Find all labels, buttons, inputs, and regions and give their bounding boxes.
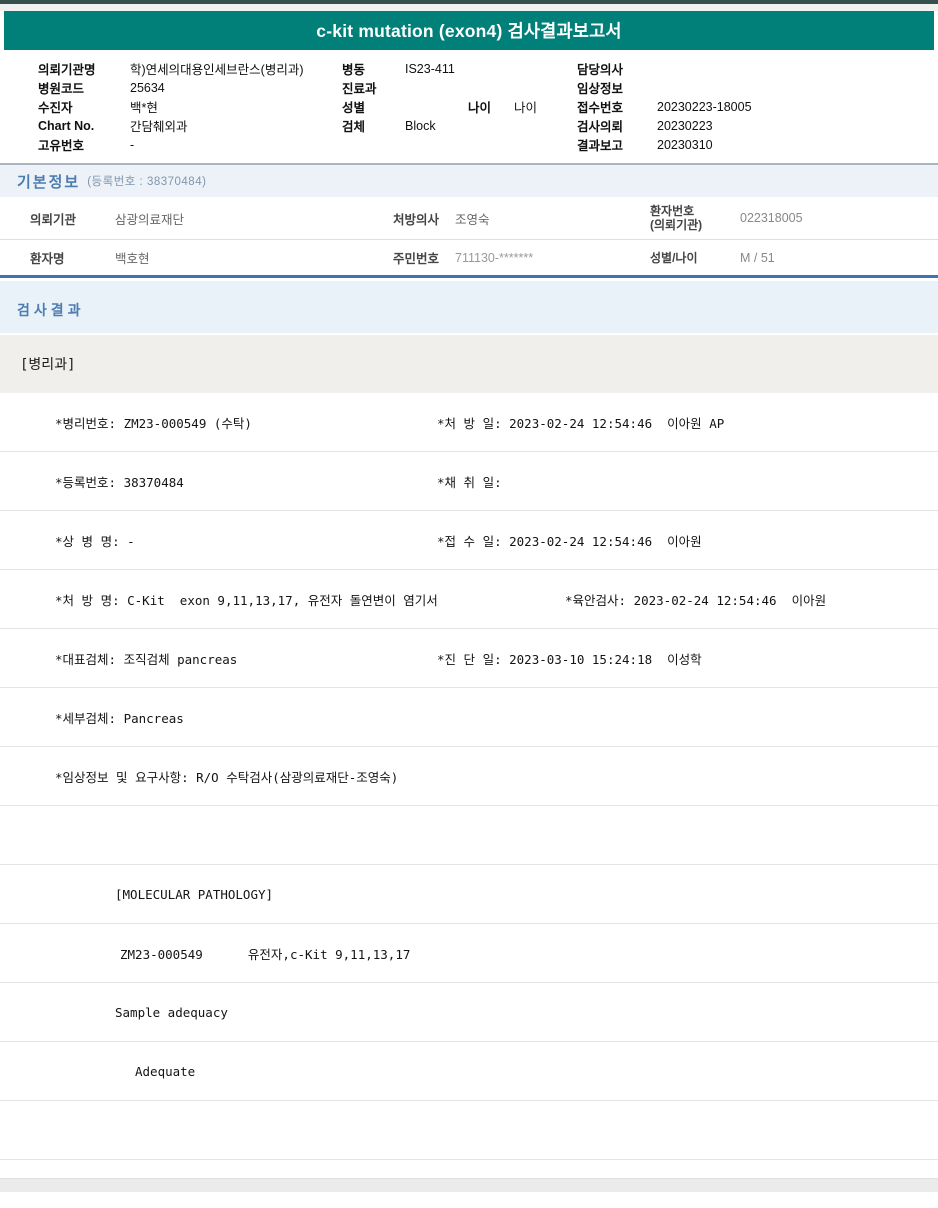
result-row	[0, 806, 938, 865]
result-row: *병리번호: ZM23-000549 (수탁) *처 방 일: 2023-02-…	[0, 393, 938, 452]
result-row: *상 병 명: - *접 수 일: 2023-02-24 12:54:46 이아…	[0, 511, 938, 570]
field-label: Chart No.	[38, 119, 130, 133]
footer-bar	[0, 1178, 938, 1192]
field-label: 수진자	[38, 97, 130, 116]
field-value: IS23-411	[405, 62, 468, 76]
field-label: 고유번호	[38, 135, 130, 154]
result-row: *임상정보 및 요구사항: R/O 수탁검사(삼광의료재단-조영숙)	[0, 747, 938, 806]
result-left: ZM23-000549 유전자,c-Kit 9,11,13,17	[120, 944, 410, 963]
result-rows: *병리번호: ZM23-000549 (수탁) *처 방 일: 2023-02-…	[0, 393, 938, 1178]
section-test-results: 검사결과	[0, 281, 938, 333]
result-left: *등록번호: 38370484	[55, 472, 184, 491]
report-title: c-kit mutation (exon4) 검사결과보고서	[316, 18, 621, 43]
table-row: 의뢰기관 삼광의료재단 처방의사 조영숙 환자번호 (의뢰기관) 0223180…	[0, 197, 938, 239]
result-row: *처 방 명: C-Kit exon 9,11,13,17, 유전자 돌연변이 …	[0, 570, 938, 629]
field-value: 20230223-18005	[657, 100, 938, 114]
field-label: 결과보고	[577, 135, 657, 154]
result-row: [MOLECULAR PATHOLOGY]	[0, 865, 938, 924]
field-value: 간담췌외과	[130, 116, 342, 135]
result-right: *진 단 일: 2023-03-10 15:24:18 이성학	[437, 649, 702, 668]
patient-header-row: 수진자 백*현 성별 나이 나이 접수번호 20230223-18005	[0, 97, 938, 116]
result-row: Adequate	[0, 1042, 938, 1101]
field-label: 환자번호 (의뢰기관)	[650, 204, 740, 232]
field-value: Block	[405, 119, 468, 133]
field-label: 담당의사	[577, 59, 657, 78]
field-value: -	[130, 138, 342, 152]
field-label: 성별/나이	[650, 251, 740, 265]
field-label: 나이	[468, 97, 514, 116]
field-label: 검체	[342, 116, 405, 135]
field-label: 의뢰기관	[30, 209, 115, 228]
table-row: 환자명 백호현 주민번호 711130-******* 성별/나이 M / 51	[0, 239, 938, 275]
result-left: *처 방 명: C-Kit exon 9,11,13,17, 유전자 돌연변이 …	[55, 590, 438, 609]
department-bar: [병리과]	[0, 335, 938, 393]
registration-number: (등록번호 : 38370484)	[87, 173, 206, 189]
field-value: 학)연세의대용인세브란스(병리과)	[130, 59, 342, 78]
result-row: *세부검체: Pancreas	[0, 688, 938, 747]
patient-header-row: Chart No. 간담췌외과 검체 Block 검사의뢰 20230223	[0, 116, 938, 135]
department-label: [병리과]	[20, 354, 76, 374]
patient-header-row: 의뢰기관명 학)연세의대용인세브란스(병리과) 병동 IS23-411 담당의사	[0, 59, 938, 78]
result-left: Adequate	[135, 1064, 195, 1079]
field-value: 20230223	[657, 119, 938, 133]
result-right: *채 취 일:	[437, 472, 502, 491]
result-right: *처 방 일: 2023-02-24 12:54:46 이아원 AP	[437, 413, 724, 432]
top-gap	[0, 4, 938, 11]
field-label: 환자명	[30, 248, 115, 267]
result-right: *접 수 일: 2023-02-24 12:54:46 이아원	[437, 531, 702, 550]
result-row: *등록번호: 38370484 *채 취 일:	[0, 452, 938, 511]
field-label: 진료과	[342, 78, 405, 97]
result-left: *상 병 명: -	[55, 531, 135, 550]
field-value: M / 51	[740, 251, 938, 265]
result-right: *육안검사: 2023-02-24 12:54:46 이아원	[565, 590, 826, 609]
result-left: Sample adequacy	[115, 1005, 228, 1020]
field-label: 병원코드	[38, 78, 130, 97]
field-value: 022318005	[740, 211, 938, 225]
result-row	[0, 1160, 938, 1178]
result-row: *대표검체: 조직검체 pancreas *진 단 일: 2023-03-10 …	[0, 629, 938, 688]
field-value: 20230310	[657, 138, 938, 152]
field-value: 조영숙	[455, 209, 650, 228]
result-left: *세부검체: Pancreas	[55, 708, 184, 727]
field-label: 접수번호	[577, 97, 657, 116]
field-label: 의뢰기관명	[38, 59, 130, 78]
field-label: 임상정보	[577, 78, 657, 97]
field-label: 검사의뢰	[577, 116, 657, 135]
field-value: 백*현	[130, 97, 342, 116]
report-title-banner: c-kit mutation (exon4) 검사결과보고서	[4, 11, 934, 50]
field-value: 711130-*******	[455, 251, 650, 265]
patient-header-row: 고유번호 - 결과보고 20230310	[0, 135, 938, 154]
field-label: 병동	[342, 59, 405, 78]
result-row	[0, 1101, 938, 1160]
field-value: 백호현	[115, 248, 393, 267]
section-basic-info: 기본정보 (등록번호 : 38370484)	[0, 163, 938, 197]
field-label: 성별	[342, 97, 405, 116]
field-label: 주민번호	[393, 248, 455, 267]
basic-info-table: 의뢰기관 삼광의료재단 처방의사 조영숙 환자번호 (의뢰기관) 0223180…	[0, 197, 938, 278]
field-value: 25634	[130, 81, 342, 95]
result-left: *임상정보 및 요구사항: R/O 수탁검사(삼광의료재단-조영숙)	[55, 767, 398, 786]
patient-info-header: 의뢰기관명 학)연세의대용인세브란스(병리과) 병동 IS23-411 담당의사…	[0, 50, 938, 163]
field-label: 처방의사	[393, 209, 455, 228]
result-row: ZM23-000549 유전자,c-Kit 9,11,13,17	[0, 924, 938, 983]
field-value: 삼광의료재단	[115, 209, 393, 228]
result-left: *대표검체: 조직검체 pancreas	[55, 649, 237, 668]
field-value: 나이	[514, 97, 577, 116]
patient-header-row: 병원코드 25634 진료과 임상정보	[0, 78, 938, 97]
result-left: [MOLECULAR PATHOLOGY]	[115, 887, 273, 902]
section-title: 기본정보	[17, 171, 80, 192]
result-left: *병리번호: ZM23-000549 (수탁)	[55, 413, 252, 432]
result-row: Sample adequacy	[0, 983, 938, 1042]
section-title: 검사결과	[17, 300, 85, 320]
